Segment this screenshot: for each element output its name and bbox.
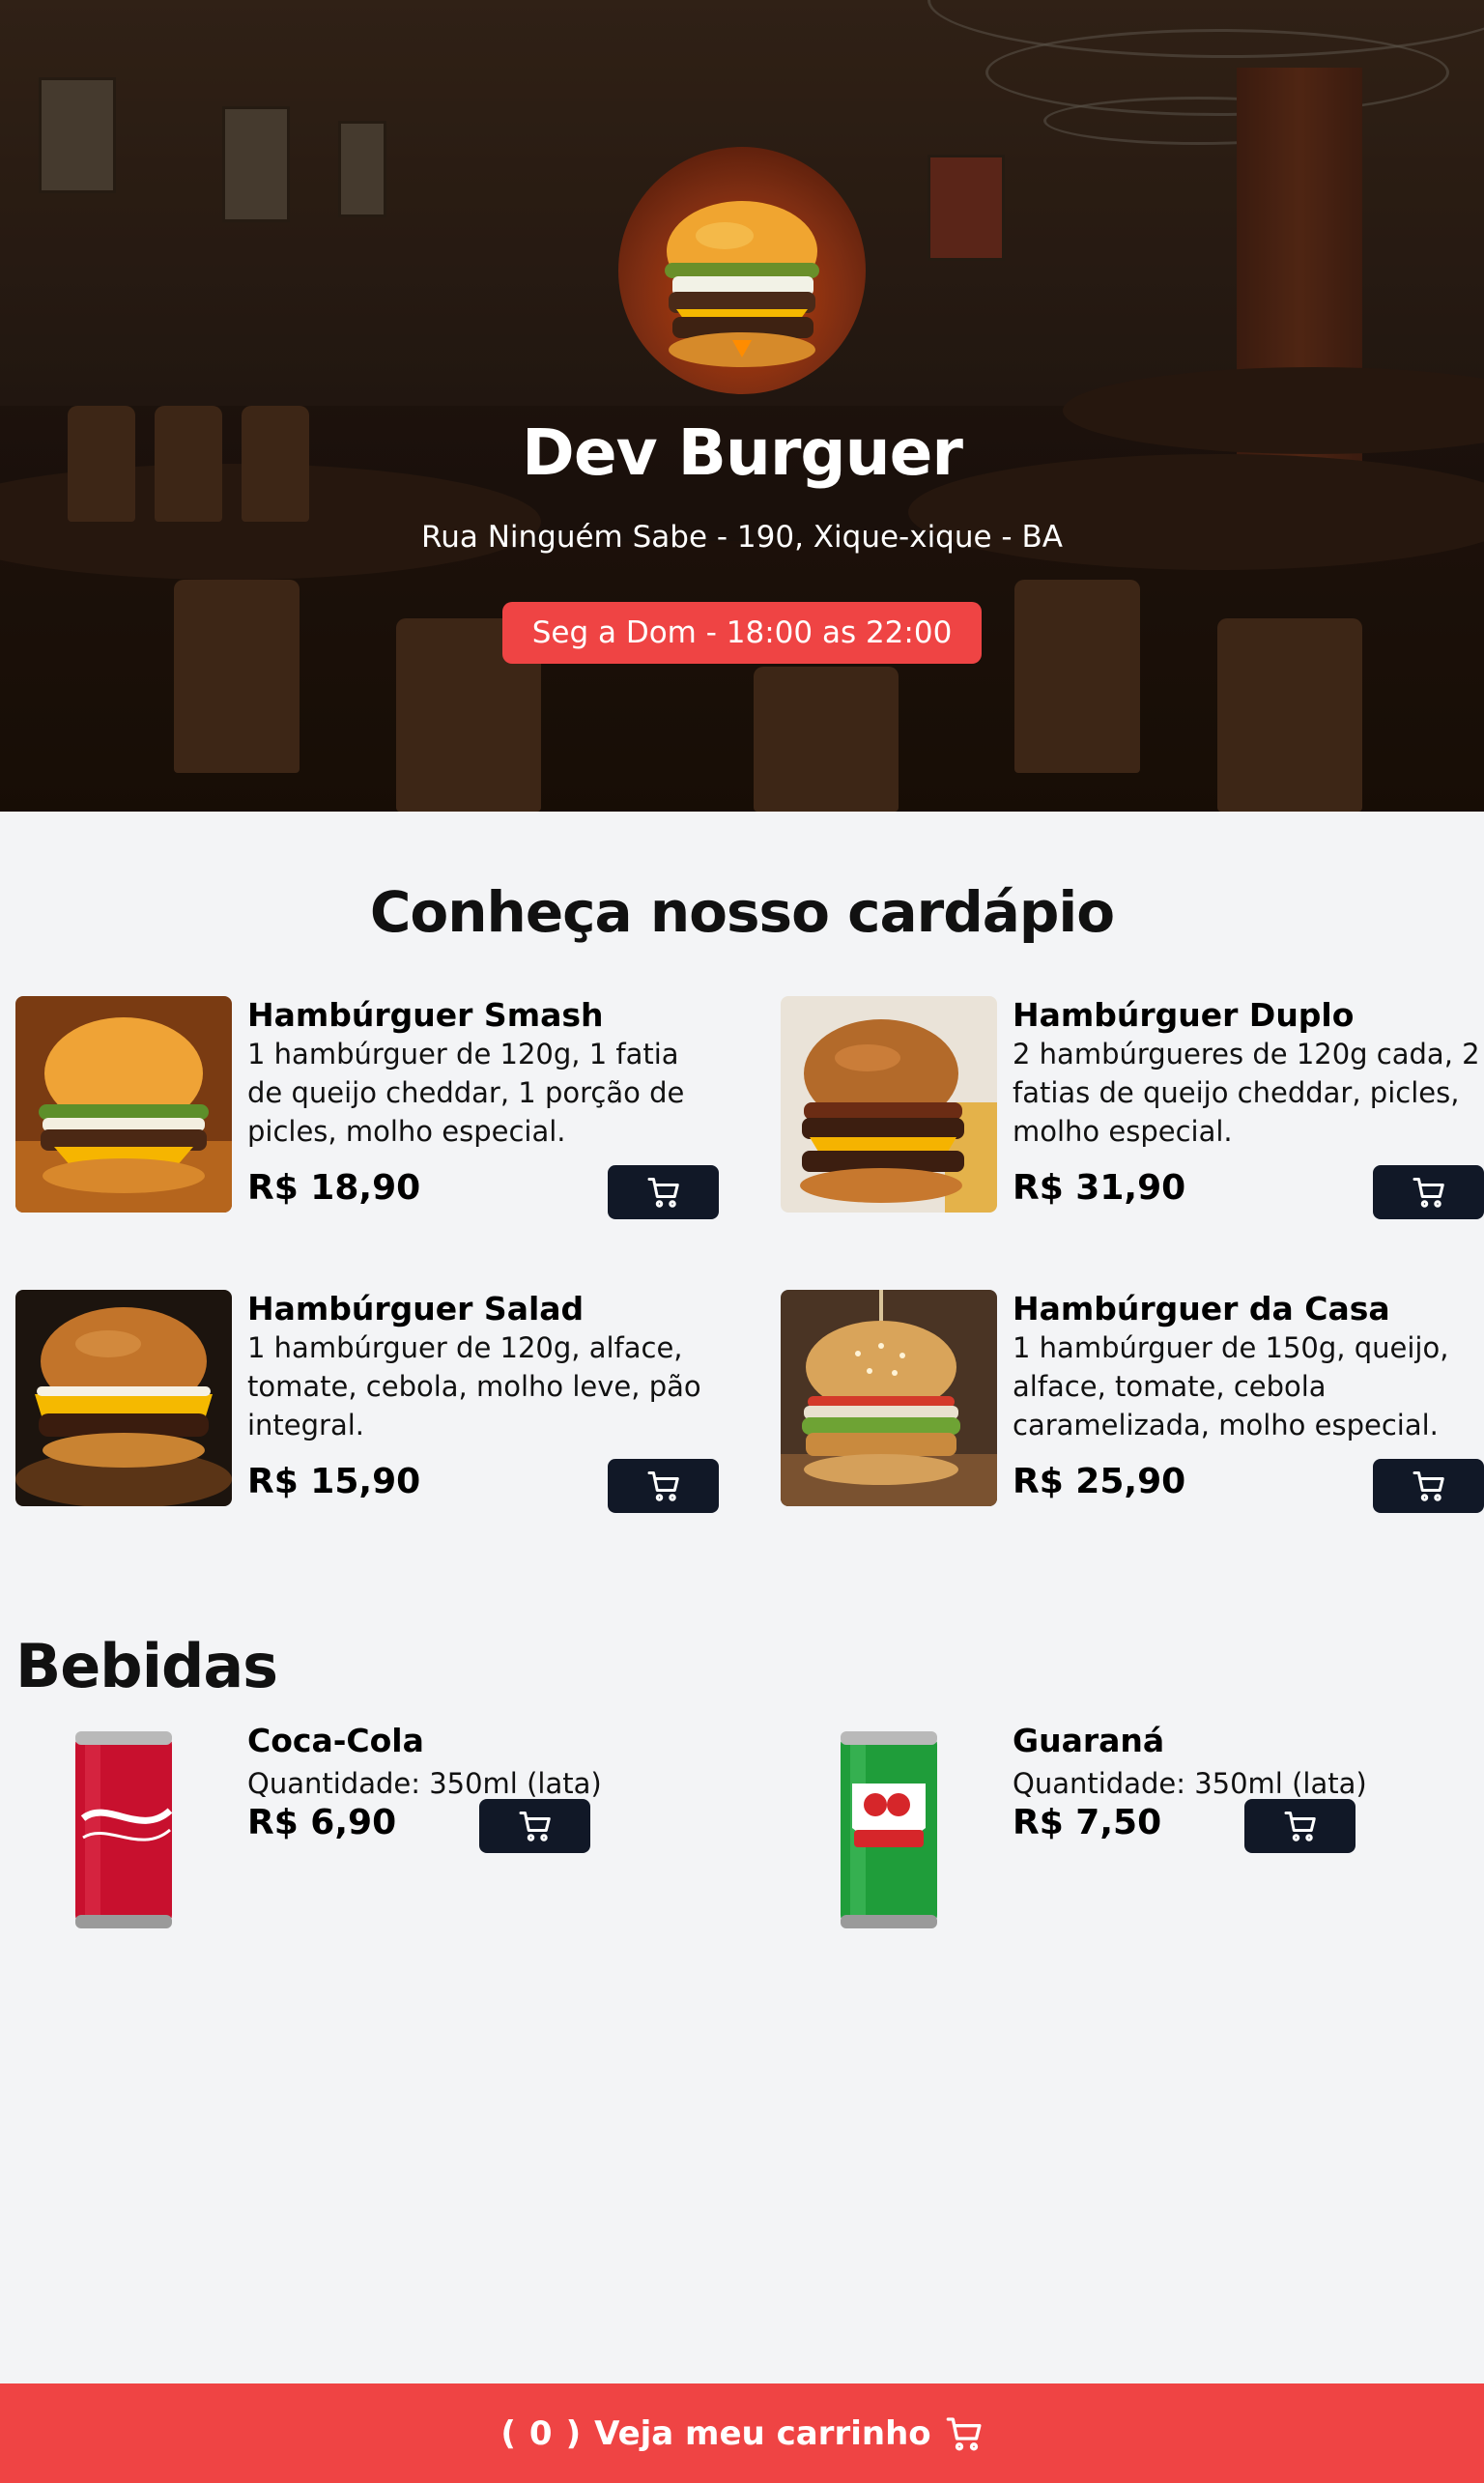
product-name: Hambúrguer Smash (247, 996, 604, 1034)
product-info: Coca-Cola Quantidade: 350ml (lata) (247, 1722, 721, 1803)
product-price: R$ 31,90 (1013, 1168, 1186, 1208)
product-name: Coca-Cola (247, 1722, 424, 1759)
add-to-cart-button[interactable] (1373, 1165, 1484, 1219)
drink-item: Guaraná Quantidade: 350ml (lata) R$ 7,50 (781, 1722, 1484, 1938)
add-to-cart-button[interactable] (608, 1165, 719, 1219)
product-image (15, 1290, 232, 1506)
product-image (15, 1722, 232, 1938)
menu-item: Hambúrguer da Casa 1 hambúrguer de 150g,… (781, 1290, 1484, 1513)
cart-icon (519, 1812, 551, 1841)
product-name: Hambúrguer Salad (247, 1290, 585, 1327)
product-info: Hambúrguer Smash 1 hambúrguer de 120g, 1… (247, 996, 721, 1219)
product-price: R$ 25,90 (1013, 1462, 1186, 1501)
add-to-cart-button[interactable] (608, 1459, 719, 1513)
product-price: R$ 18,90 (247, 1168, 421, 1208)
add-to-cart-button[interactable] (1244, 1799, 1356, 1853)
add-to-cart-button[interactable] (1373, 1459, 1484, 1513)
burger-icon (665, 201, 819, 367)
product-info: Hambúrguer Salad 1 hambúrguer de 120g, a… (247, 1290, 721, 1513)
product-description: Quantidade: 350ml (lata) (247, 1767, 602, 1800)
product-image (15, 996, 232, 1213)
coca-cola-can-icon (75, 1731, 173, 1928)
restaurant-address: Rua Ninguém Sabe - 190, Xique-xique - BA (421, 520, 1063, 555)
product-image (781, 1290, 997, 1506)
product-description: 1 hambúrguer de 120g, 1 fatia de queijo … (247, 1038, 685, 1148)
product-description: Quantidade: 350ml (lata) (1013, 1767, 1367, 1800)
menu-item: Hambúrguer Smash 1 hambúrguer de 120g, 1… (15, 996, 721, 1219)
cart-count: 0 (528, 2413, 553, 2453)
product-info: Hambúrguer Duplo 2 hambúrgueres de 120g … (1013, 996, 1484, 1219)
restaurant-name: Dev Burguer (522, 415, 963, 490)
product-description: 1 hambúrguer de 120g, alface, tomate, ce… (247, 1331, 701, 1441)
menu-item: Hambúrguer Duplo 2 hambúrgueres de 120g … (781, 996, 1484, 1219)
cart-icon (647, 1178, 679, 1208)
product-image (781, 1722, 997, 1938)
cart-icon (1413, 1471, 1444, 1501)
product-name: Guaraná (1013, 1722, 1165, 1759)
cart-icon (946, 2416, 982, 2450)
add-to-cart-button[interactable] (479, 1799, 590, 1853)
product-description: 2 hambúrgueres de 120g cada, 2 fatias de… (1013, 1038, 1480, 1148)
cart-icon (1284, 1812, 1316, 1841)
hero-banner: Dev Burguer Rua Ninguém Sabe - 190, Xiqu… (0, 0, 1484, 812)
product-name: Hambúrguer Duplo (1013, 996, 1355, 1034)
cart-open-paren: ( (500, 2413, 516, 2453)
restaurant-logo (618, 147, 866, 394)
product-image (781, 996, 997, 1213)
drink-item: Coca-Cola Quantidade: 350ml (lata) R$ 6,… (15, 1722, 721, 1938)
product-price: R$ 7,50 (1013, 1803, 1162, 1842)
product-info: Guaraná Quantidade: 350ml (lata) (1013, 1722, 1484, 1803)
menu-section-title: Conheça nosso cardápio (369, 879, 1115, 945)
view-cart-button[interactable]: ( 0 ) Veja meu carrinho (0, 2383, 1484, 2483)
product-name: Hambúrguer da Casa (1013, 1290, 1390, 1327)
product-price: R$ 6,90 (247, 1803, 397, 1842)
menu-item: Hambúrguer Salad 1 hambúrguer de 120g, a… (15, 1290, 721, 1513)
cart-icon (1413, 1178, 1444, 1208)
hero-overlay (0, 0, 1484, 812)
product-description: 1 hambúrguer de 150g, queijo, alface, to… (1013, 1331, 1449, 1441)
drinks-section-title: Bebidas (15, 1631, 278, 1701)
product-info: Hambúrguer da Casa 1 hambúrguer de 150g,… (1013, 1290, 1484, 1513)
product-price: R$ 15,90 (247, 1462, 421, 1501)
opening-hours-badge: Seg a Dom - 18:00 as 22:00 (502, 602, 982, 664)
cart-label: Veja meu carrinho (594, 2413, 931, 2453)
guarana-can-icon (841, 1731, 937, 1928)
cart-icon (647, 1471, 679, 1501)
cart-close-paren: ) (565, 2413, 582, 2453)
